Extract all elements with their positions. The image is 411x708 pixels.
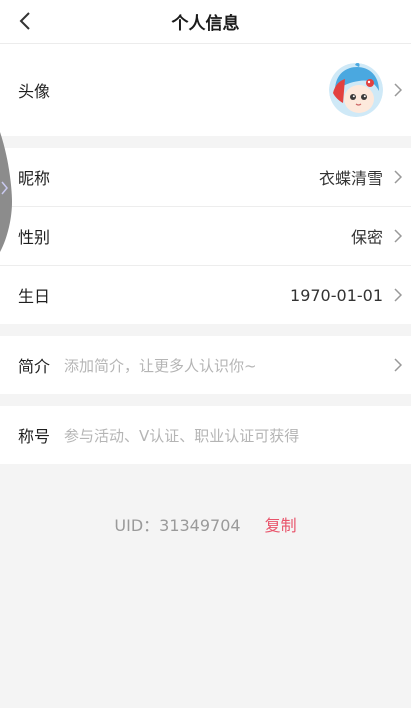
- chevron-right-icon: [389, 356, 407, 374]
- bio-placeholder: 添加简介，让更多人认识你~: [64, 356, 257, 375]
- gender-value: 保密: [350, 228, 383, 247]
- section-gap: [0, 136, 411, 148]
- avatar[interactable]: [329, 63, 383, 117]
- birthday-label: 生日: [18, 287, 51, 306]
- birthday-value: 1970-01-01: [290, 285, 383, 305]
- chevron-right-icon: [389, 168, 407, 186]
- birthday-row[interactable]: 生日 1970-01-01: [0, 266, 411, 324]
- title-badge-placeholder: 参与活动、V认证、职业认证可获得: [64, 426, 300, 445]
- uid-section: UID：31349704 复制: [0, 512, 411, 536]
- uid-text: UID：31349704: [114, 516, 241, 535]
- gender-label: 性别: [18, 228, 51, 247]
- basic-info-group: 昵称 衣蝶清雪 性别 保密 生日 1970-01-01: [0, 148, 411, 324]
- gender-row[interactable]: 性别 保密: [0, 207, 411, 265]
- section-gap: [0, 394, 411, 406]
- title-badge-group: 称号 参与活动、V认证、职业认证可获得: [0, 406, 411, 464]
- page-title: 个人信息: [171, 14, 240, 34]
- copy-uid-button[interactable]: 复制: [265, 512, 297, 536]
- bio-row[interactable]: 简介 添加简介，让更多人认识你~: [0, 336, 411, 394]
- avatar-row[interactable]: 头像: [0, 44, 411, 136]
- nickname-label: 昵称: [18, 169, 51, 188]
- section-gap: [0, 324, 411, 336]
- back-arrow-icon: [19, 12, 30, 30]
- avatar-image: [329, 63, 383, 117]
- nickname-row[interactable]: 昵称 衣蝶清雪: [0, 148, 411, 206]
- top-nav-bar: 个人信息: [0, 0, 411, 44]
- title-badge-row: 称号 参与活动、V认证、职业认证可获得: [0, 406, 411, 464]
- edge-swipe-indicator: [0, 132, 12, 252]
- bio-group: 简介 添加简介，让更多人认识你~: [0, 336, 411, 394]
- avatar-group: 头像: [0, 44, 411, 136]
- back-button[interactable]: [10, 6, 40, 36]
- title-badge-label: 称号: [18, 427, 51, 446]
- nickname-value: 衣蝶清雪: [318, 169, 383, 188]
- avatar-label: 头像: [18, 82, 51, 101]
- chevron-right-icon: [389, 227, 407, 245]
- chevron-right-icon: [389, 81, 407, 99]
- chevron-right-icon: [389, 286, 407, 304]
- bio-label: 简介: [18, 357, 51, 376]
